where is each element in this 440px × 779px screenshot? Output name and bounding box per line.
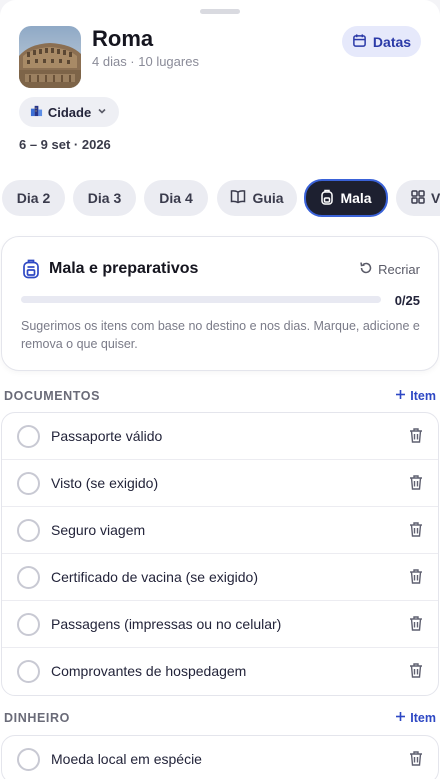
city-icon [30, 104, 43, 120]
tab-label: Dia 2 [16, 190, 51, 206]
refresh-icon [359, 261, 373, 278]
item-label: Comprovantes de hospedagem [51, 663, 247, 679]
grid-icon [411, 189, 425, 207]
item-label: Passaporte válido [51, 428, 163, 444]
add-item-label: Item [410, 389, 436, 403]
trash-icon[interactable] [408, 427, 424, 449]
section-header-documentos: DOCUMENTOS Item [4, 389, 438, 405]
list-item: Passaporte válido [2, 413, 438, 460]
plus-icon [395, 389, 406, 403]
recreate-label: Recriar [378, 262, 420, 277]
page-title: Roma [92, 26, 154, 51]
trash-icon[interactable] [408, 615, 424, 637]
plus-icon [395, 711, 406, 725]
chevron-down-icon [96, 105, 108, 120]
section-title: DINHEIRO [4, 711, 70, 725]
trash-icon[interactable] [408, 750, 424, 772]
trip-summary: 4 dias · 10 lugares [92, 54, 199, 69]
tab-label: Guia [252, 190, 284, 206]
item-label: Certificado de vacina (se exigido) [51, 569, 258, 585]
item-label: Seguro viagem [51, 522, 146, 538]
item-checkbox[interactable] [17, 748, 40, 771]
progress-count: 0/25 [394, 293, 420, 308]
dates-button[interactable]: Datas [342, 26, 421, 57]
tab-label: Mala [340, 190, 372, 206]
packing-description: Sugerimos os itens com base no destino e… [21, 319, 420, 351]
list-item: Moeda local em espécie [2, 736, 438, 779]
tab-mala[interactable]: Mala [304, 179, 388, 217]
trash-icon[interactable] [408, 568, 424, 590]
day-tabs: Dia 2 Dia 3 Dia 4 Guia Mala V [0, 179, 440, 217]
recreate-button[interactable]: Recriar [359, 261, 420, 278]
item-checkbox[interactable] [17, 613, 40, 636]
tab-label: V [431, 190, 440, 206]
tab-label: Dia 4 [159, 190, 193, 206]
trip-type-label: Cidade [47, 104, 92, 120]
trip-type-select[interactable]: Cidade [19, 97, 119, 127]
tab-dia-4[interactable]: Dia 4 [144, 180, 208, 216]
list-item: Comprovantes de hospedagem [2, 648, 438, 695]
city-thumbnail [19, 26, 81, 88]
item-checkbox[interactable] [17, 425, 40, 448]
packing-title: Mala e preparativos [49, 260, 199, 277]
calendar-icon [352, 33, 367, 51]
trash-icon[interactable] [408, 521, 424, 543]
section-header-dinheiro: DINHEIRO Item [4, 711, 438, 727]
dates-button-label: Datas [372, 33, 412, 50]
backpack-icon [320, 189, 334, 208]
tab-dia-3[interactable]: Dia 3 [73, 180, 136, 216]
trash-icon[interactable] [408, 662, 424, 684]
item-checkbox[interactable] [17, 472, 40, 495]
list-item: Passagens (impressas ou no celular) [2, 601, 438, 648]
drag-handle[interactable] [200, 9, 240, 14]
trash-icon[interactable] [408, 474, 424, 496]
item-checkbox[interactable] [17, 566, 40, 589]
checklist-dinheiro: Moeda local em espécie [1, 735, 439, 779]
item-checkbox[interactable] [17, 660, 40, 683]
item-label: Moeda local em espécie [51, 751, 202, 767]
tab-dia-2[interactable]: Dia 2 [2, 180, 65, 216]
tab-overflow[interactable]: V [396, 180, 440, 216]
book-icon [230, 189, 246, 207]
backpack-icon [22, 259, 40, 284]
packing-progress-bar [21, 296, 381, 303]
date-range: 6 – 9 set · 2026 [19, 137, 111, 152]
item-checkbox[interactable] [17, 519, 40, 542]
section-title: DOCUMENTOS [4, 389, 101, 403]
packing-card: Mala e preparativos Recriar 0/25 Sugerim… [1, 236, 439, 371]
trip-sheet: Roma 4 dias · 10 lugares Datas Cidade 6 … [0, 0, 440, 779]
add-item-button[interactable]: Item [395, 711, 436, 725]
checklist-documentos: Passaporte válido Visto (se exigido) Seg… [1, 412, 439, 696]
list-item: Certificado de vacina (se exigido) [2, 554, 438, 601]
add-item-label: Item [410, 711, 436, 725]
tab-label: Dia 3 [87, 190, 122, 206]
add-item-button[interactable]: Item [395, 389, 436, 403]
item-label: Passagens (impressas ou no celular) [51, 616, 282, 632]
tab-guia[interactable]: Guia [217, 180, 297, 216]
list-item: Seguro viagem [2, 507, 438, 554]
item-label: Visto (se exigido) [51, 475, 159, 491]
list-item: Visto (se exigido) [2, 460, 438, 507]
